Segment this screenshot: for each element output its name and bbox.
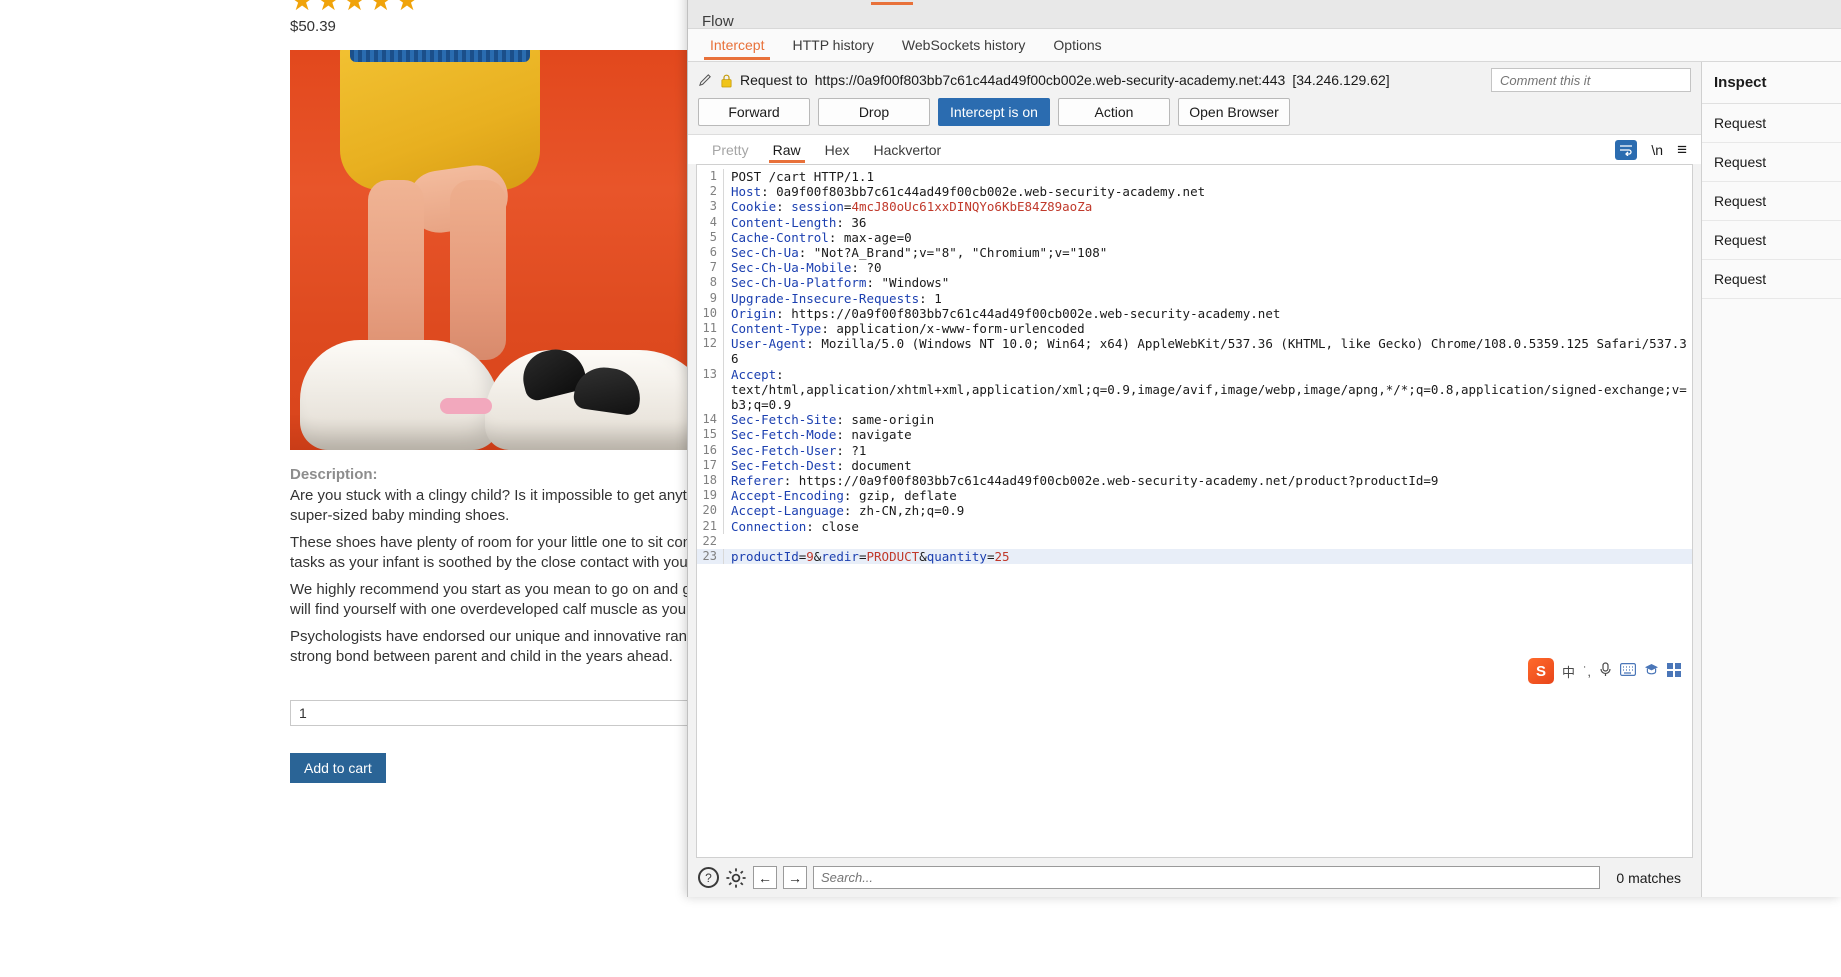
inspector-row-3[interactable]: Request <box>1702 182 1841 221</box>
request-line: 18 Referer: https://0a9f00f803bb7c61c44ad… <box>697 473 1692 489</box>
request-line: 16 Sec-Fetch-User: ?1 <box>697 442 1692 458</box>
request-line: 2 Host: 0a9f00f803bb7c61c44ad49f00cb002e.… <box>697 184 1692 200</box>
request-line: 20 Accept-Language: zh-CN,zh;q=0.9 <box>697 503 1692 519</box>
request-line: 21 Connection: close <box>697 518 1692 534</box>
ime-punct-icon[interactable]: ˙, <box>1583 664 1591 679</box>
request-line: 17 Sec-Fetch-Dest: document <box>697 457 1692 474</box>
sub-tab-options[interactable]: Options <box>1039 31 1115 59</box>
ime-apps-icon[interactable] <box>1667 662 1681 680</box>
main-tab-collaborator[interactable]: Collaborator <box>1095 0 1205 5</box>
rating-stars: ★★★★★ <box>290 0 422 16</box>
forward-button[interactable]: Forward <box>698 98 810 126</box>
inspector-row-1[interactable]: Request <box>1702 104 1841 143</box>
pencil-icon <box>699 73 711 86</box>
search-next-button[interactable]: → <box>783 866 807 889</box>
gear-icon[interactable] <box>725 867 747 889</box>
match-count-label: 0 matches <box>1616 869 1681 886</box>
request-host: https://0a9f00f803bb7c61c44ad49f00cb002e… <box>814 72 1286 88</box>
add-to-cart-button[interactable]: Add to cart <box>290 753 386 783</box>
menu-icon[interactable]: ≡ <box>1677 141 1687 158</box>
request-line: 8 Sec-Ch-Ua-Platform: "Windows" <box>697 275 1692 291</box>
search-input[interactable] <box>813 866 1601 889</box>
format-tab-pretty[interactable]: Pretty <box>700 138 761 162</box>
drop-button[interactable]: Drop <box>818 98 930 126</box>
request-line: 13 Accept: text/html,application/xhtml+xm… <box>697 366 1692 413</box>
request-line: 10 Origin: https://0a9f00f803bb7c61c44ad4… <box>697 305 1692 322</box>
newline-icon[interactable]: \n <box>1651 142 1663 158</box>
ime-keyboard-icon[interactable] <box>1620 663 1637 679</box>
main-tab-logger[interactable]: Logger <box>1485 0 1560 5</box>
inspector-panel: Inspect Request Request Request Request … <box>1701 62 1841 897</box>
inspector-row-4[interactable]: Request <box>1702 221 1841 260</box>
request-line: 12 User-Agent: Mozilla/5.0 (Windows NT 10… <box>697 336 1692 367</box>
request-info-bar: Request to https://0a9f00f803bb7c61c44ad… <box>688 62 1701 96</box>
main-tab-extensions[interactable]: Extensions <box>1559 0 1660 5</box>
intercept-toggle-button[interactable]: Intercept is on <box>938 98 1050 126</box>
request-line: 4 Content-Length: 36 <box>697 214 1692 230</box>
ime-logo-icon: S <box>1528 658 1555 684</box>
burp-suite-window: Dashboard Target Proxy Intruder Repeater… <box>687 0 1841 897</box>
comment-input[interactable] <box>1491 68 1691 92</box>
request-line: 15 Sec-Fetch-Mode: navigate <box>697 427 1692 443</box>
sub-tab-intercept[interactable]: Intercept <box>696 31 778 60</box>
main-tab-decoder[interactable]: Decoder <box>1305 0 1390 5</box>
format-tab-raw[interactable]: Raw <box>761 138 813 163</box>
inspector-row-2[interactable]: Request <box>1702 143 1841 182</box>
ime-lang-icon[interactable]: 中 <box>1562 662 1575 681</box>
main-tab-proxy[interactable]: Proxy <box>859 0 925 5</box>
request-line: 14 Sec-Fetch-Site: same-origin <box>697 412 1692 428</box>
sub-tab-websockets-history[interactable]: WebSockets history <box>888 31 1039 59</box>
request-line: 7 Sec-Ch-Ua-Mobile: ?0 <box>697 260 1692 276</box>
format-tab-hex[interactable]: Hex <box>813 138 862 162</box>
main-tab-comparer[interactable]: Comparer <box>1390 0 1485 5</box>
inspector-row-5[interactable]: Request <box>1702 260 1841 299</box>
main-tab-repeater[interactable]: Repeater <box>1005 0 1095 5</box>
editor-bottom-bar: ? ← → 0 matches <box>688 858 1701 897</box>
request-line: 19 Accept-Encoding: gzip, deflate <box>697 488 1692 504</box>
request-line: 3 Cookie: session=4mcJ80oUc61xxDINQYo6KbE… <box>697 199 1692 215</box>
request-line: 11 Content-Type: application/x-www-form-u… <box>697 321 1692 337</box>
format-tab-bar: Pretty Raw Hex Hackvertor \n ≡ <box>688 134 1701 164</box>
product-price: $50.39 <box>290 18 336 35</box>
lock-icon <box>721 74 732 87</box>
main-tab-sequencer[interactable]: Sequencer <box>1205 0 1306 5</box>
request-line: 5 Cache-Control: max-age=0 <box>697 229 1692 246</box>
request-line: 9 Upgrade-Insecure-Requests: 1 <box>697 290 1692 306</box>
request-ip: [34.246.129.62] <box>1292 72 1390 88</box>
request-editor[interactable]: 1 POST /cart HTTP/1.1 2 Host: 0a9f00f803bb7… <box>696 164 1693 858</box>
format-tab-hackvertor[interactable]: Hackvertor <box>862 138 954 162</box>
main-tab-bar: Dashboard Target Proxy Intruder Repeater… <box>688 0 1841 30</box>
sub-tab-http-history[interactable]: HTTP history <box>778 31 887 59</box>
word-wrap-icon[interactable] <box>1615 139 1638 160</box>
inspector-title: Inspect <box>1702 62 1841 104</box>
ime-hat-icon[interactable] <box>1644 663 1659 679</box>
main-tab-intruder[interactable]: Intruder <box>925 0 1005 5</box>
search-prev-button[interactable]: ← <box>753 866 777 889</box>
request-prefix-label: Request to <box>740 72 808 88</box>
open-browser-button[interactable]: Open Browser <box>1178 98 1290 126</box>
ime-mic-icon[interactable] <box>1599 662 1612 680</box>
request-line: 6 Sec-Ch-Ua: "Not?A_Brand";v="8", "Chromi… <box>697 245 1692 261</box>
ime-toolbar[interactable]: S 中 ˙, <box>1523 655 1686 687</box>
request-line: 22 <box>702 533 717 548</box>
request-line: 23 productId=9&redir=PRODUCT&quantity=25 <box>697 549 1692 565</box>
request-line: 1 POST /cart HTTP/1.1 <box>697 169 1692 185</box>
description-label: Description: <box>290 466 378 483</box>
help-icon[interactable]: ? <box>698 867 719 888</box>
main-tab-target[interactable]: Target <box>789 0 859 5</box>
action-button-row: Forward Drop Intercept is on Action Open… <box>688 96 1701 134</box>
action-button[interactable]: Action <box>1058 98 1170 126</box>
